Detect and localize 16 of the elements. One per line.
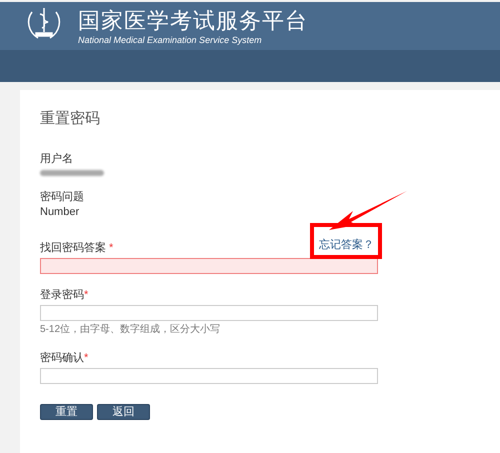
field-label: 密码问题 bbox=[40, 190, 85, 205]
site-subtitle: National Medical Examination Service System bbox=[78, 34, 263, 46]
field-hint: 5-12位，由字母、数字组成，区分大小写 bbox=[40, 322, 222, 337]
field-value: Number bbox=[40, 205, 80, 220]
form-button[interactable]: 返回 bbox=[97, 404, 150, 420]
input-field[interactable] bbox=[40, 258, 378, 274]
input-field[interactable] bbox=[40, 368, 378, 384]
field-label: 密码确认* bbox=[40, 351, 88, 366]
field-label: 登录密码* bbox=[40, 288, 88, 303]
forgot-answer-link[interactable]: 忘记答案？ bbox=[319, 239, 374, 251]
field-label: 找回密码答案 * bbox=[40, 241, 114, 256]
input-field[interactable] bbox=[40, 305, 378, 321]
form-title: 重置密码 bbox=[40, 108, 101, 128]
field-label: 用户名 bbox=[40, 152, 74, 167]
site-title: 国家医学考试服务平台 bbox=[78, 8, 308, 34]
form-button[interactable]: 重置 bbox=[40, 404, 93, 420]
